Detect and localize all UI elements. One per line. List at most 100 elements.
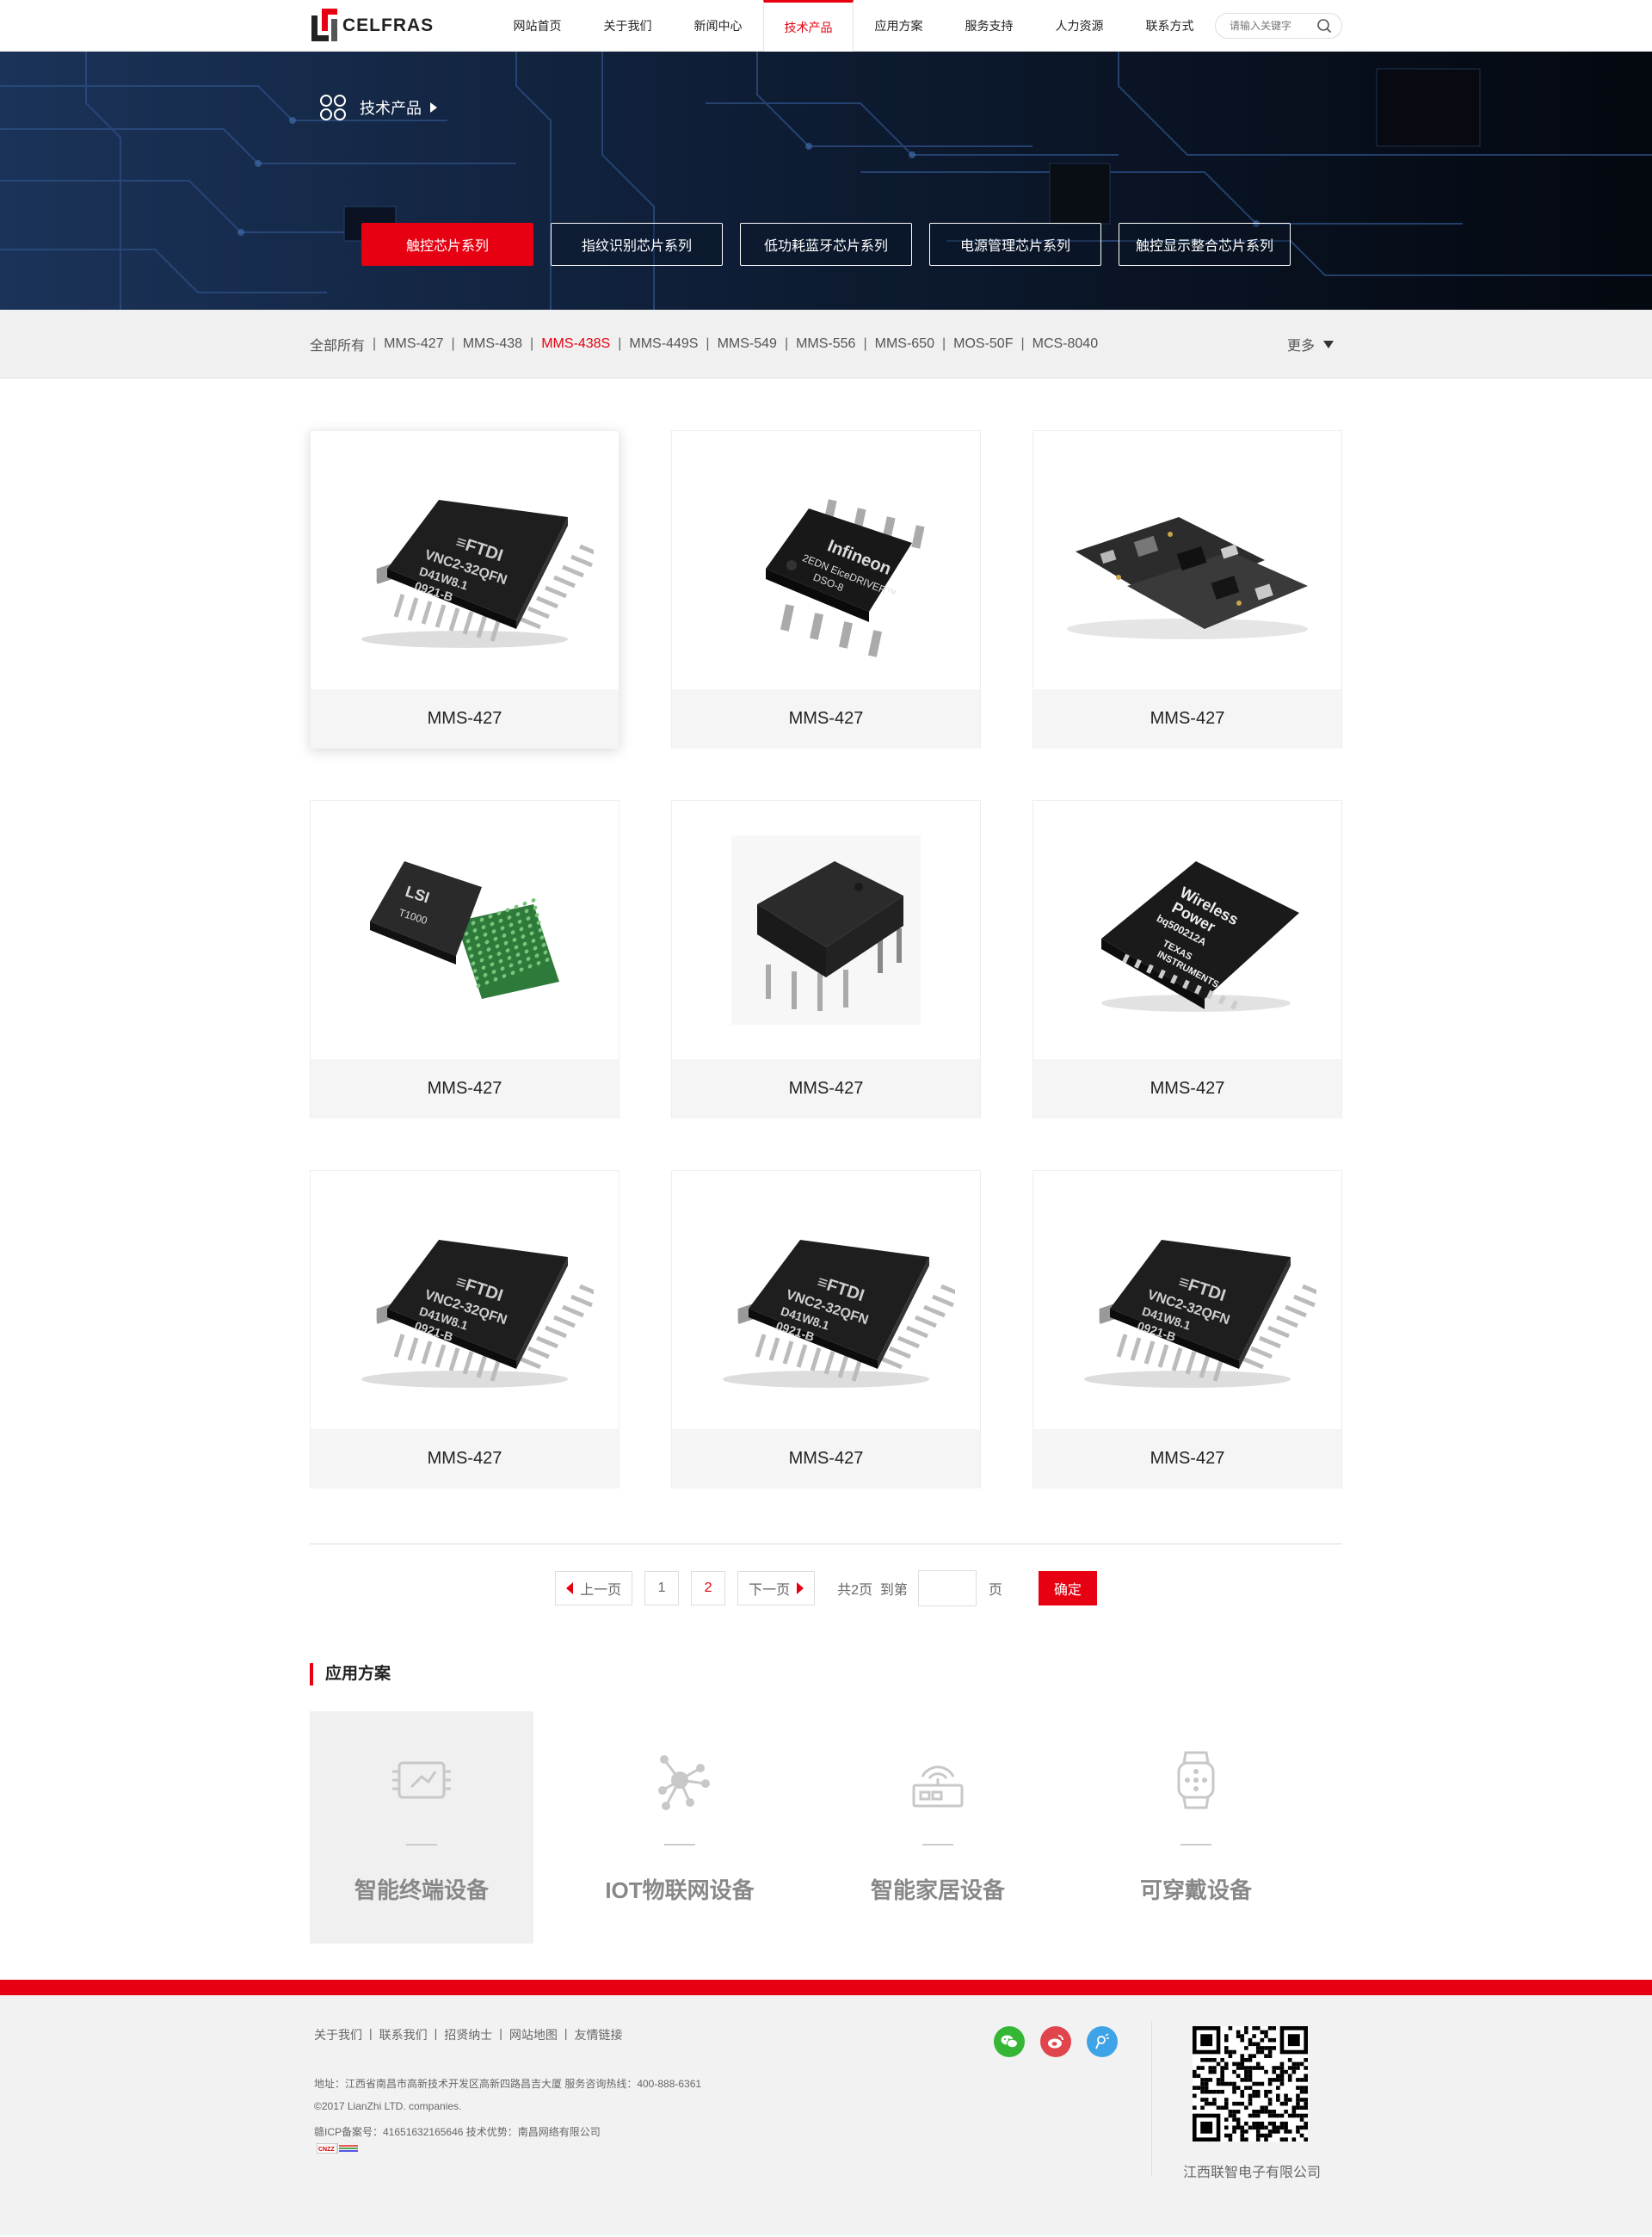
nav-item-2[interactable]: 新闻中心	[673, 0, 763, 52]
nav-item-4[interactable]: 应用方案	[854, 0, 944, 52]
product-card[interactable]: Infineon 2EDN EiceDRIVER™ DSO-8 MMS-427	[671, 430, 981, 749]
iot-network-icon-graphic	[658, 1755, 710, 1810]
logo[interactable]: CELFRAS	[310, 7, 477, 45]
filter-item-7[interactable]: MMS-650	[875, 336, 934, 352]
top-header: CELFRAS 网站首页 关于我们 新闻中心 技术产品 应用方案 服务支持 人力资源 联系方式	[0, 0, 1652, 52]
product-name[interactable]: MMS-427	[672, 1429, 980, 1488]
prev-page-button[interactable]: 上一页	[555, 1571, 633, 1605]
hero-banner: 技术产品 触控芯片系列 指纹识别芯片系列 低功耗蓝牙芯片系列 电源管理芯片系列 触控显示…	[0, 52, 1652, 310]
filter-separator: |	[373, 336, 377, 351]
product-card[interactable]: ≡FTDI VNC2-32QFN D41W8.1 0921-B MMS-427	[310, 1170, 620, 1488]
solution-divider	[1180, 1844, 1211, 1846]
smart-home-router-icon	[903, 1746, 972, 1815]
breadcrumb-label[interactable]: 技术产品	[360, 96, 422, 119]
footer-link-separator: |	[369, 2026, 373, 2040]
confirm-button[interactable]: 确定	[1038, 1571, 1097, 1605]
category-tab-2[interactable]: 低功耗蓝牙芯片系列	[740, 223, 912, 266]
product-name[interactable]: MMS-427	[1033, 1429, 1341, 1488]
search-input[interactable]	[1230, 20, 1316, 32]
search-icon[interactable]	[1316, 17, 1333, 34]
wechat-icon[interactable]	[994, 2026, 1025, 2057]
nav-item-5[interactable]: 服务支持	[944, 0, 1034, 52]
total-pages-text: 共2页	[837, 1583, 872, 1598]
filter-separator: |	[530, 336, 534, 351]
page-1-button[interactable]: 1	[644, 1571, 680, 1605]
product-name[interactable]: MMS-427	[311, 689, 619, 749]
triangle-left-icon	[566, 1582, 574, 1594]
logo-mark-icon	[311, 9, 337, 41]
solution-divider	[406, 1844, 437, 1846]
product-name[interactable]: MMS-427	[311, 1429, 619, 1488]
solution-item-1[interactable]: IOT物联网设备	[568, 1711, 792, 1944]
filter-item-0[interactable]: 全部所有	[310, 334, 365, 354]
more-label: 更多	[1286, 339, 1315, 354]
smartwatch-icon-graphic	[1177, 1751, 1215, 1809]
product-name[interactable]: MMS-427	[311, 1059, 619, 1118]
solution-item-0[interactable]: 智能终端设备	[310, 1711, 533, 1944]
grid-menu-icon	[320, 95, 346, 120]
filter-item-9[interactable]: MCS-8040	[1032, 336, 1098, 352]
filter-item-2[interactable]: MMS-438	[463, 336, 522, 352]
ftdi-chip-icon: ≡FTDI VNC2-32QFN D41W8.1 0921-B	[672, 1171, 980, 1429]
cnzz-badge-icon[interactable]: CNZZ	[317, 2143, 360, 2154]
footer-link-3[interactable]: 网站地图	[509, 2026, 558, 2043]
product-card[interactable]: LSI T1000 MMS-427	[310, 800, 620, 1118]
footer-address: 地址：江西省南昌市高新技术开发区高新四路昌吉大厦 服务咨询热线：400-888-…	[314, 2078, 702, 2090]
infineon-chip-icon: Infineon 2EDN EiceDRIVER™ DSO-8	[672, 431, 980, 689]
filter-item-3[interactable]: MMS-438S	[541, 336, 610, 352]
nav-item-7[interactable]: 联系方式	[1125, 0, 1215, 52]
solution-item-3[interactable]: 可穿戴设备	[1084, 1711, 1308, 1944]
category-tab-0[interactable]: 触控芯片系列	[361, 223, 533, 266]
more-button[interactable]: 更多	[1287, 334, 1334, 354]
product-card[interactable]: ≡FTDI VNC2-32QFN D41W8.1 0921-B MMS-427	[1032, 1170, 1342, 1488]
footer-link-2[interactable]: 招贤纳士	[444, 2026, 492, 2043]
next-page-button[interactable]: 下一页	[737, 1571, 816, 1605]
triangle-right-icon	[797, 1582, 804, 1594]
nav-item-1[interactable]: 关于我们	[583, 0, 673, 52]
product-name[interactable]: MMS-427	[1033, 1059, 1341, 1118]
product-name[interactable]: MMS-427	[672, 1059, 980, 1118]
search-box[interactable]	[1215, 13, 1342, 39]
nav-item-6[interactable]: 人力资源	[1034, 0, 1125, 52]
footer-link-0[interactable]: 关于我们	[314, 2026, 362, 2043]
breadcrumb: 技术产品	[318, 93, 437, 122]
solution-item-2[interactable]: 智能家居设备	[826, 1711, 1050, 1944]
product-card[interactable]: MMS-427	[1032, 430, 1342, 749]
footer-red-bar	[0, 1980, 1652, 1995]
category-tabs: 触控芯片系列 指纹识别芯片系列 低功耗蓝牙芯片系列 电源管理芯片系列 触控显示整合芯片系…	[361, 223, 1291, 266]
nav-item-0[interactable]: 网站首页	[492, 0, 583, 52]
circuit-board-icon	[1033, 431, 1341, 689]
filter-item-8[interactable]: MOS-50F	[953, 336, 1013, 352]
product-name[interactable]: MMS-427	[1033, 689, 1341, 749]
filter-separator: |	[784, 336, 789, 351]
footer: 关于我们 | 联系我们 | 招贤纳士 | 网站地图 | 友情链接 地址：江西省南昌市高新技术开发…	[0, 1995, 1652, 2235]
footer-link-4[interactable]: 友情链接	[575, 2026, 623, 2043]
category-tab-4[interactable]: 触控显示整合芯片系列	[1119, 223, 1291, 266]
product-card[interactable]: MMS-427	[671, 800, 981, 1118]
product-card[interactable]: ≡FTDI VNC2-32QFN D41W8.1 0921-B MMS-427	[310, 430, 620, 749]
filter-item-6[interactable]: MMS-556	[796, 336, 855, 352]
footer-link-1[interactable]: 联系我们	[379, 2026, 428, 2043]
filter-item-4[interactable]: MMS-449S	[629, 336, 698, 352]
footer-link-separator: |	[564, 2026, 568, 2040]
product-card[interactable]: Wireless Power bq500212A TEXAS INSTRUMEN…	[1032, 800, 1342, 1118]
category-tab-3[interactable]: 电源管理芯片系列	[929, 223, 1101, 266]
goto-page-input[interactable]	[917, 1570, 977, 1606]
solution-label: 可穿戴设备	[1139, 1877, 1252, 1903]
filter-item-5[interactable]: MMS-549	[718, 336, 777, 352]
nav-item-3[interactable]: 技术产品	[763, 0, 854, 52]
goto-text: 到第	[879, 1583, 908, 1598]
smart-terminal-icon-graphic	[392, 1761, 451, 1799]
ftdi-chip-icon-graphic: ≡FTDI VNC2-32QFN D41W8.1 0921-B	[361, 500, 594, 648]
tencent-weibo-icon[interactable]	[1087, 2026, 1118, 2057]
page-unit: 页	[988, 1583, 1002, 1598]
page-2-button[interactable]: 2	[691, 1571, 726, 1605]
ftdi-chip-icon-graphic: ≡FTDI VNC2-32QFN D41W8.1 0921-B	[1084, 1240, 1316, 1388]
weibo-icon[interactable]	[1040, 2026, 1071, 2057]
ftdi-chip-icon: ≡FTDI VNC2-32QFN D41W8.1 0921-B	[1033, 1171, 1341, 1429]
filter-item-1[interactable]: MMS-427	[384, 336, 443, 352]
product-name[interactable]: MMS-427	[672, 689, 980, 749]
qr-code-icon	[1193, 2026, 1308, 2141]
product-card[interactable]: ≡FTDI VNC2-32QFN D41W8.1 0921-B MMS-427	[671, 1170, 981, 1488]
category-tab-1[interactable]: 指纹识别芯片系列	[551, 223, 723, 266]
